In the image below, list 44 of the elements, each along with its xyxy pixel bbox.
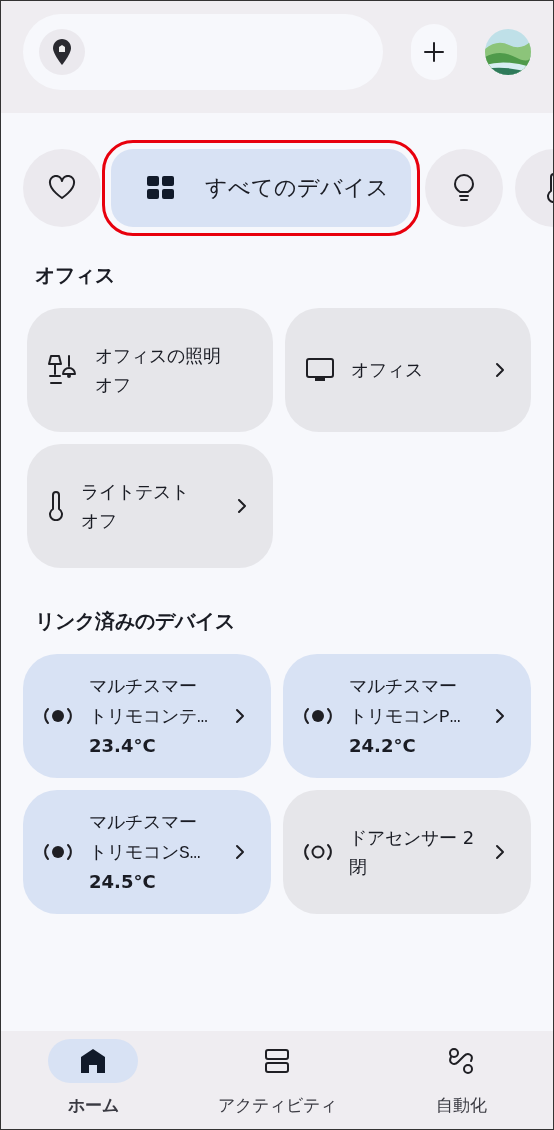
nav-tab[interactable] <box>48 1039 138 1083</box>
section-heading: オフィス <box>35 262 116 289</box>
home-icon <box>79 1048 107 1074</box>
device-status: オフ <box>81 509 118 533</box>
lightbulb-icon <box>453 172 475 203</box>
device-name: オフィス <box>351 358 424 382</box>
device-card[interactable]: マルチスマートリモコンP… 24.2°C <box>283 654 531 778</box>
avatar[interactable] <box>485 29 531 75</box>
device-name: マルチスマートリモコンテ… <box>89 676 209 729</box>
device-status: 閉 <box>349 855 368 879</box>
thermometer-icon <box>47 491 65 521</box>
device-card[interactable]: マルチスマートリモコンS… 24.5°C <box>23 790 271 914</box>
device-card[interactable]: オフィス <box>285 308 531 432</box>
grid-icon <box>147 175 175 200</box>
sensor-icon <box>303 842 333 862</box>
automation-icon <box>446 1047 476 1075</box>
nav-label: アクティビティ <box>217 1094 337 1117</box>
sensor-icon <box>43 706 73 726</box>
device-status: 23.4°C <box>89 734 157 758</box>
device-status: 24.2°C <box>349 734 417 758</box>
device-name: ドアセンサー 2 <box>349 826 476 850</box>
location-button[interactable] <box>39 29 85 75</box>
device-name: マルチスマートリモコンP… <box>349 676 462 729</box>
monitor-icon <box>305 357 335 383</box>
location-pin-icon <box>52 38 72 66</box>
device-name: オフィスの照明 <box>95 344 222 368</box>
nav-label: ホーム <box>67 1094 119 1117</box>
heart-icon <box>48 174 76 201</box>
device-card[interactable]: マルチスマートリモコンテ… 23.4°C <box>23 654 271 778</box>
sensor-icon <box>303 706 333 726</box>
section-heading: リンク済みのデバイス <box>35 608 236 635</box>
activity-icon <box>263 1047 291 1075</box>
device-status: 24.5°C <box>89 870 157 894</box>
device-card[interactable]: オフィスの照明 オフ <box>27 308 273 432</box>
device-name: ライトテスト <box>81 480 190 504</box>
sensor-icon <box>43 842 73 862</box>
add-button[interactable] <box>411 24 458 80</box>
lamp-icon <box>47 354 79 386</box>
device-card[interactable]: ドアセンサー 2 閉 <box>283 790 531 914</box>
device-name: マルチスマートリモコンS… <box>89 812 202 865</box>
nav-label: 自動化 <box>435 1094 487 1117</box>
device-status: オフ <box>95 373 132 397</box>
device-card[interactable]: ライトテスト オフ <box>27 444 273 568</box>
add-icon <box>423 41 446 63</box>
